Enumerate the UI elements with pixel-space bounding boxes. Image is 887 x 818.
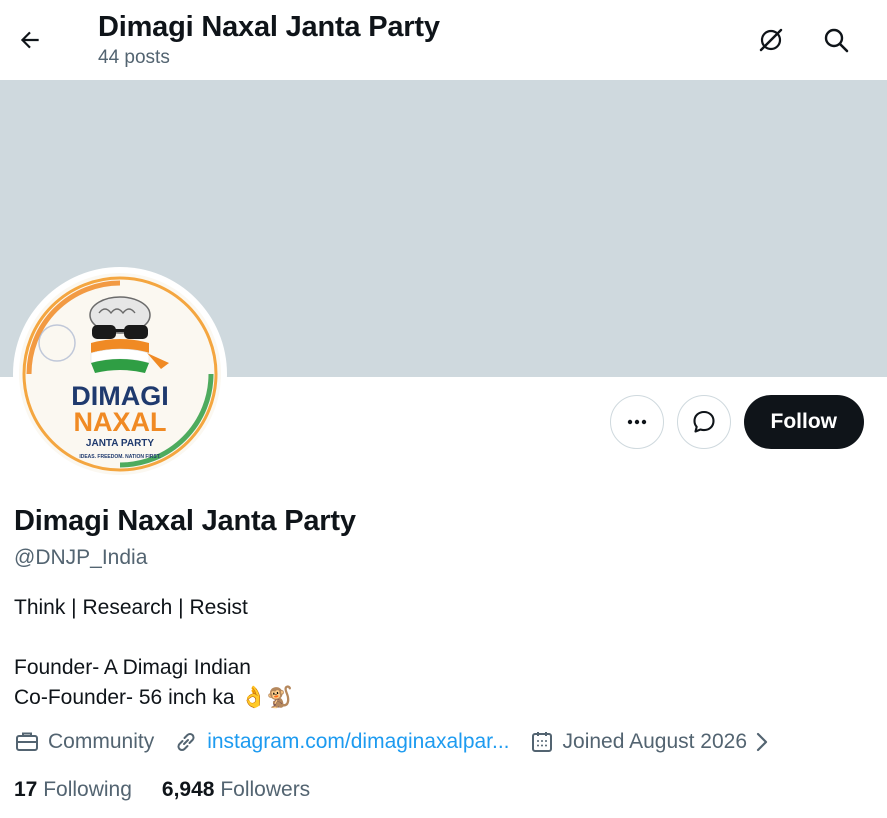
profile-website[interactable]: instagram.com/dimaginaxalpar... <box>173 729 510 755</box>
profile-name: Dimagi Naxal Janta Party <box>14 505 356 537</box>
profile-actions: Follow <box>609 395 864 449</box>
calendar-icon <box>531 732 552 752</box>
followers-link[interactable]: 6,948 Followers <box>162 778 310 802</box>
avatar-logo: DIMAGI NAXAL JANTA PARTY IDEAS. FREEDOM.… <box>19 273 221 475</box>
profile-meta: Community instagram.com/dimaginaxalpar..… <box>14 729 797 755</box>
grok-icon <box>759 28 783 52</box>
arrow-left-icon <box>20 31 39 49</box>
followers-label: Followers <box>220 778 311 801</box>
profile-category: Community <box>14 729 154 755</box>
header-title-group: Dimagi Naxal Janta Party 44 posts <box>98 9 440 70</box>
profile-avatar[interactable]: DIMAGI NAXAL JANTA PARTY IDEAS. FREEDOM.… <box>13 267 227 481</box>
follow-button[interactable]: Follow <box>743 395 864 449</box>
search-icon <box>824 28 849 53</box>
link-icon <box>177 732 195 752</box>
logo-text-janta-party: JANTA PARTY <box>86 438 154 449</box>
profile-header-bar: Dimagi Naxal Janta Party 44 posts <box>0 0 887 80</box>
joined-date: Joined August 2026 <box>562 730 748 753</box>
message-bubble-icon <box>692 410 715 433</box>
followers-count: 6,948 <box>161 778 215 801</box>
more-button[interactable] <box>609 395 664 449</box>
briefcase-icon <box>16 732 38 751</box>
message-button[interactable] <box>676 395 731 449</box>
chevron-right-icon[interactable] <box>754 731 770 753</box>
party-logo-image: DIMAGI NAXAL JANTA PARTY IDEAS. FREEDOM.… <box>21 275 219 473</box>
profile-bio: Think | Research | Resist Founder- A Dim… <box>14 596 293 709</box>
back-button[interactable] <box>8 18 52 62</box>
following-label: Following <box>43 778 132 801</box>
post-count: 44 posts <box>98 47 170 68</box>
profile-joined[interactable]: Joined August 2026 <box>529 729 779 755</box>
following-count: 17 <box>14 778 38 801</box>
more-dots-icon <box>627 419 646 425</box>
category-label: Community <box>48 730 155 753</box>
logo-tagline: IDEAS. FREEDOM. NATION FIRST. <box>79 454 161 460</box>
search-button[interactable] <box>814 18 858 62</box>
profile-handle: @DNJP_India <box>14 546 148 569</box>
logo-text-naxal: NAXAL <box>74 407 167 437</box>
website-link[interactable]: instagram.com/dimaginaxalpar... <box>207 730 509 754</box>
grok-button[interactable] <box>749 18 793 62</box>
header-title: Dimagi Naxal Janta Party <box>98 11 440 43</box>
following-link[interactable]: 17 Following <box>14 778 132 802</box>
follow-stats: 17 Following 6,948 Followers <box>14 778 340 802</box>
